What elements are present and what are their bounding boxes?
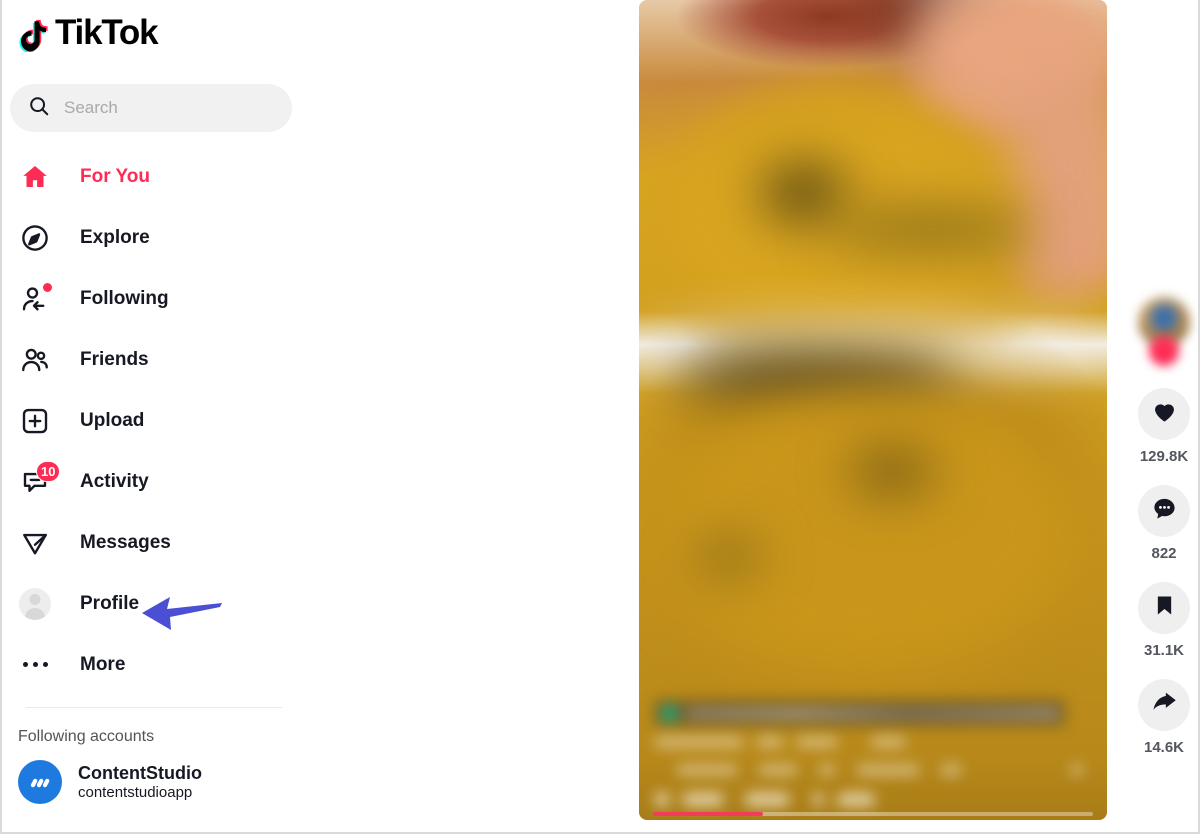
following-accounts-title: Following accounts bbox=[18, 728, 155, 745]
caption-text-row bbox=[655, 765, 1091, 775]
friends-icon bbox=[18, 343, 52, 377]
plus-box-icon bbox=[18, 404, 52, 438]
sidebar-label-upload: Upload bbox=[80, 409, 145, 431]
caption-username-text bbox=[686, 707, 1059, 719]
video-blur-region bbox=[760, 164, 845, 222]
search-box[interactable] bbox=[10, 84, 292, 132]
comment-icon bbox=[1151, 495, 1178, 527]
share-icon bbox=[1151, 689, 1178, 721]
activity-badge: 10 bbox=[36, 460, 61, 482]
verified-badge-icon bbox=[661, 704, 678, 722]
share-count: 14.6K bbox=[1143, 739, 1185, 756]
search-input[interactable] bbox=[64, 98, 254, 118]
following-account-item[interactable]: ContentStudio contentstudioapp bbox=[10, 760, 302, 804]
sidebar-label-more: More bbox=[80, 653, 126, 675]
home-icon bbox=[18, 160, 52, 194]
sidebar-label-explore: Explore bbox=[80, 226, 150, 248]
sidebar-item-profile[interactable]: Profile bbox=[10, 573, 302, 634]
video-action-rail: 129.8K 822 31.1K 14.6K bbox=[1128, 296, 1198, 776]
follow-button[interactable] bbox=[1149, 336, 1179, 366]
sidebar-item-explore[interactable]: Explore bbox=[10, 207, 302, 268]
bookmark-button[interactable] bbox=[1138, 582, 1190, 634]
sidebar-label-following: Following bbox=[80, 287, 169, 309]
share-button[interactable] bbox=[1138, 679, 1190, 731]
sidebar-label-messages: Messages bbox=[80, 531, 171, 553]
account-display-name: ContentStudio bbox=[78, 762, 202, 783]
creator-avatar[interactable] bbox=[1136, 296, 1192, 366]
send-icon bbox=[18, 526, 52, 560]
video-progress-fill bbox=[653, 812, 763, 816]
contentstudio-avatar-icon bbox=[18, 760, 62, 804]
tiktok-note-icon bbox=[18, 14, 52, 53]
comment-button[interactable] bbox=[1138, 485, 1190, 537]
tiktok-app-window: TikTok For You bbox=[0, 0, 1200, 834]
sidebar: TikTok For You bbox=[2, 0, 302, 832]
video-blur-region bbox=[648, 393, 1079, 673]
sidebar-item-following[interactable]: Following bbox=[10, 268, 302, 329]
video-caption bbox=[655, 700, 1091, 806]
compass-icon bbox=[18, 221, 52, 255]
sidebar-item-messages[interactable]: Messages bbox=[10, 512, 302, 573]
caption-music-row bbox=[655, 793, 1091, 806]
caption-username-line bbox=[655, 700, 1065, 726]
comment-count: 822 bbox=[1151, 545, 1177, 562]
activity-icon: 10 bbox=[18, 460, 61, 499]
following-notification-dot bbox=[43, 282, 52, 292]
video-blur-region bbox=[676, 352, 958, 402]
tiktok-logo[interactable]: TikTok bbox=[10, 0, 302, 66]
tiktok-wordmark: TikTok bbox=[53, 12, 159, 54]
bookmark-count: 31.1K bbox=[1143, 642, 1185, 659]
video-player[interactable] bbox=[639, 0, 1107, 820]
video-blur-region bbox=[849, 451, 934, 492]
sidebar-nav: For You Explore Following Friends Upload… bbox=[10, 146, 302, 695]
avatar-icon bbox=[18, 587, 52, 621]
video-progress-bar[interactable] bbox=[653, 812, 1093, 816]
sidebar-item-more[interactable]: More bbox=[10, 634, 302, 695]
ellipsis-icon bbox=[18, 648, 52, 682]
like-count: 129.8K bbox=[1139, 448, 1189, 465]
bookmark-icon bbox=[1152, 593, 1177, 623]
sidebar-divider bbox=[26, 707, 282, 708]
user-follow-icon bbox=[18, 282, 52, 316]
sidebar-item-activity[interactable]: 10 Activity bbox=[10, 451, 302, 512]
like-button[interactable] bbox=[1138, 388, 1190, 440]
search-icon bbox=[28, 95, 50, 122]
sidebar-label-profile: Profile bbox=[80, 592, 140, 614]
sidebar-label-friends: Friends bbox=[80, 348, 149, 370]
sidebar-item-upload[interactable]: Upload bbox=[10, 390, 302, 451]
sidebar-label-for-you: For You bbox=[80, 165, 151, 187]
heart-icon bbox=[1151, 398, 1178, 430]
account-handle: contentstudioapp bbox=[78, 783, 193, 801]
sidebar-label-activity: Activity bbox=[80, 470, 149, 492]
sidebar-item-for-you[interactable]: For You bbox=[10, 146, 302, 207]
sidebar-item-friends[interactable]: Friends bbox=[10, 329, 302, 390]
video-blur-region bbox=[826, 213, 1037, 246]
video-blur-region bbox=[695, 541, 761, 574]
caption-tag-row bbox=[655, 737, 1091, 747]
